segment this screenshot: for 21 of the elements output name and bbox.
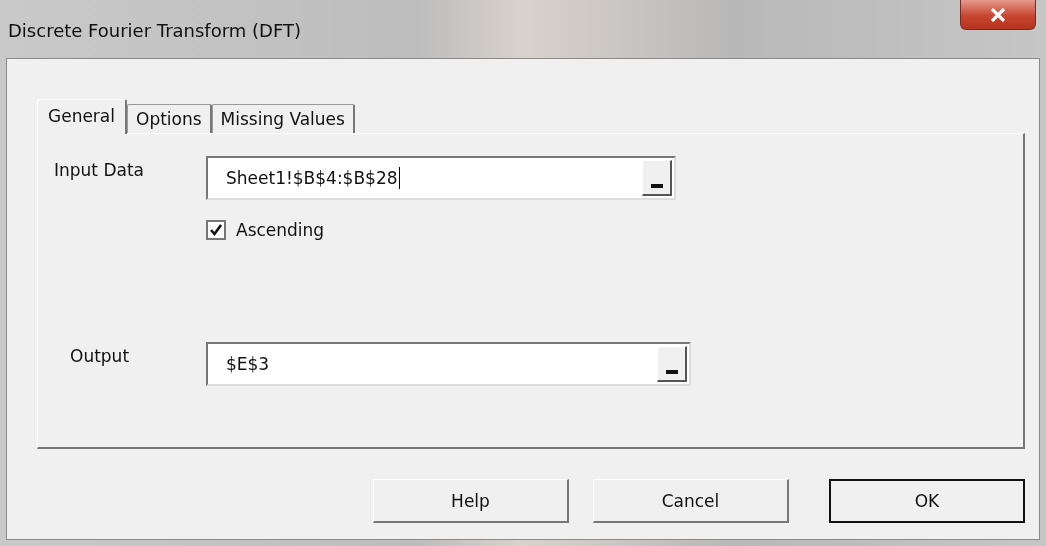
tab[interactable]: General: [37, 99, 127, 134]
dialog-button[interactable]: OK: [829, 479, 1025, 523]
checkbox-label: Ascending: [236, 220, 325, 240]
dash-icon: [665, 370, 678, 374]
check-icon: [209, 223, 223, 237]
dialog-button[interactable]: Help: [373, 479, 569, 523]
range-select-button[interactable]: [642, 160, 672, 196]
field-label: Output: [69, 346, 131, 366]
text-cursor: [398, 167, 400, 189]
range-field[interactable]: Sheet1!$B$4:$B$28: [206, 156, 676, 200]
dash-icon: [650, 184, 663, 188]
field-label: Input Data: [54, 160, 145, 180]
tab[interactable]: Options: [127, 104, 212, 133]
dialog-button[interactable]: Cancel: [593, 479, 789, 523]
close-icon: [990, 7, 1006, 22]
tab[interactable]: Missing Values: [211, 104, 355, 133]
range-field[interactable]: $E$3: [206, 342, 691, 386]
window-title: Discrete Fourier Transform (DFT): [8, 20, 301, 41]
checkbox[interactable]: [206, 220, 226, 240]
close-button[interactable]: [960, 0, 1036, 30]
range-select-button[interactable]: [657, 346, 687, 382]
